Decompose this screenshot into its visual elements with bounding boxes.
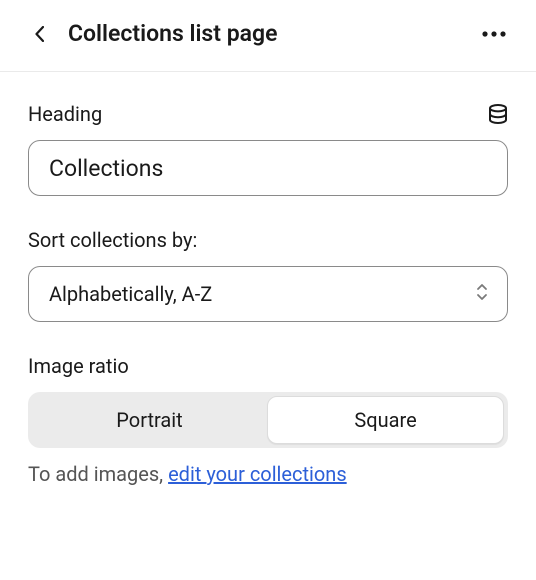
segment-square-label: Square: [354, 408, 416, 432]
page-title: Collections list page: [68, 20, 277, 47]
image-ratio-segmented: Portrait Square: [28, 392, 508, 448]
more-horizontal-icon: [482, 31, 506, 37]
heading-label-row: Heading: [28, 102, 508, 126]
help-prefix: To add images,: [28, 462, 168, 486]
image-ratio-label: Image ratio: [28, 354, 508, 378]
edit-collections-link[interactable]: edit your collections: [168, 462, 347, 486]
header-left: Collections list page: [28, 20, 277, 47]
database-icon: [488, 104, 508, 124]
sort-label: Sort collections by:: [28, 228, 508, 252]
segment-portrait-label: Portrait: [116, 408, 182, 432]
sort-section: Sort collections by: Alphabetically, A-Z: [28, 228, 508, 322]
image-ratio-section: Image ratio Portrait Square To add image…: [28, 354, 508, 486]
chevron-left-icon: [35, 26, 44, 42]
sort-select[interactable]: Alphabetically, A-Z: [28, 266, 508, 322]
more-button[interactable]: [480, 23, 508, 45]
segment-square[interactable]: Square: [267, 396, 504, 444]
segment-portrait[interactable]: Portrait: [32, 396, 267, 444]
heading-input[interactable]: [28, 140, 508, 196]
sort-select-wrap: Alphabetically, A-Z: [28, 266, 508, 322]
heading-section: Heading: [28, 102, 508, 196]
dynamic-source-button[interactable]: [488, 104, 508, 124]
image-ratio-help: To add images, edit your collections: [28, 462, 508, 486]
back-button[interactable]: [28, 23, 50, 45]
heading-label: Heading: [28, 102, 102, 126]
page-header: Collections list page: [0, 0, 536, 72]
settings-content: Heading Sort collections by: Alphabetica…: [0, 72, 536, 506]
